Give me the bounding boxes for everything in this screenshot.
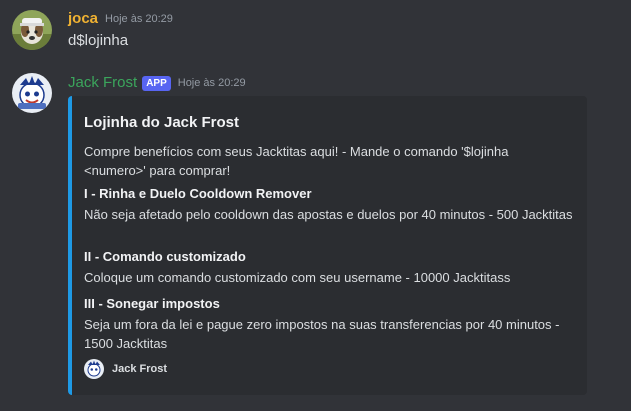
footer-avatar-icon	[84, 359, 104, 379]
embed-field-name: III - Sonegar impostos	[84, 296, 220, 311]
username[interactable]: joca	[68, 9, 98, 29]
embed: Lojinha do Jack Frost Compre benefícios …	[68, 96, 587, 395]
username[interactable]: Jack Frost	[68, 73, 137, 93]
timestamp: Hoje às 20:29	[177, 77, 246, 89]
embed-field-value: Não seja afetado pelo cooldown das apost…	[84, 207, 573, 222]
jack-frost-avatar-icon	[12, 73, 52, 113]
message-content: d$lojinha	[68, 32, 129, 49]
embed-field-value: Coloque um comando customizado com seu u…	[84, 270, 511, 285]
message-header: Jack Frost APP Hoje às 20:29	[68, 73, 246, 93]
app-badge: APP	[142, 75, 171, 91]
embed-footer-text: Jack Frost	[112, 363, 168, 375]
dog-avatar-icon	[12, 10, 52, 50]
embed-field-name: I - Rinha e Duelo Cooldown Remover	[84, 186, 312, 201]
user-avatar-joca[interactable]	[12, 10, 52, 50]
embed-footer: Jack Frost	[84, 359, 167, 379]
embed-description: Compre benefícios com seus Jacktitas aqu…	[84, 144, 509, 178]
embed-field-value: Seja um fora da lei e pague zero imposto…	[84, 317, 560, 351]
message-header: joca Hoje às 20:29	[68, 9, 173, 29]
timestamp: Hoje às 20:29	[105, 13, 173, 25]
embed-field: III - Sonegar impostos Seja um fora da l…	[84, 295, 574, 353]
embed-field: II - Comando customizado Coloque um coma…	[84, 248, 574, 287]
bot-avatar-jack-frost[interactable]	[12, 73, 52, 113]
embed-field: I - Rinha e Duelo Cooldown Remover Não s…	[84, 185, 574, 224]
embed-field-name: II - Comando customizado	[84, 249, 246, 264]
embed-title: Lojinha do Jack Frost	[84, 114, 240, 131]
